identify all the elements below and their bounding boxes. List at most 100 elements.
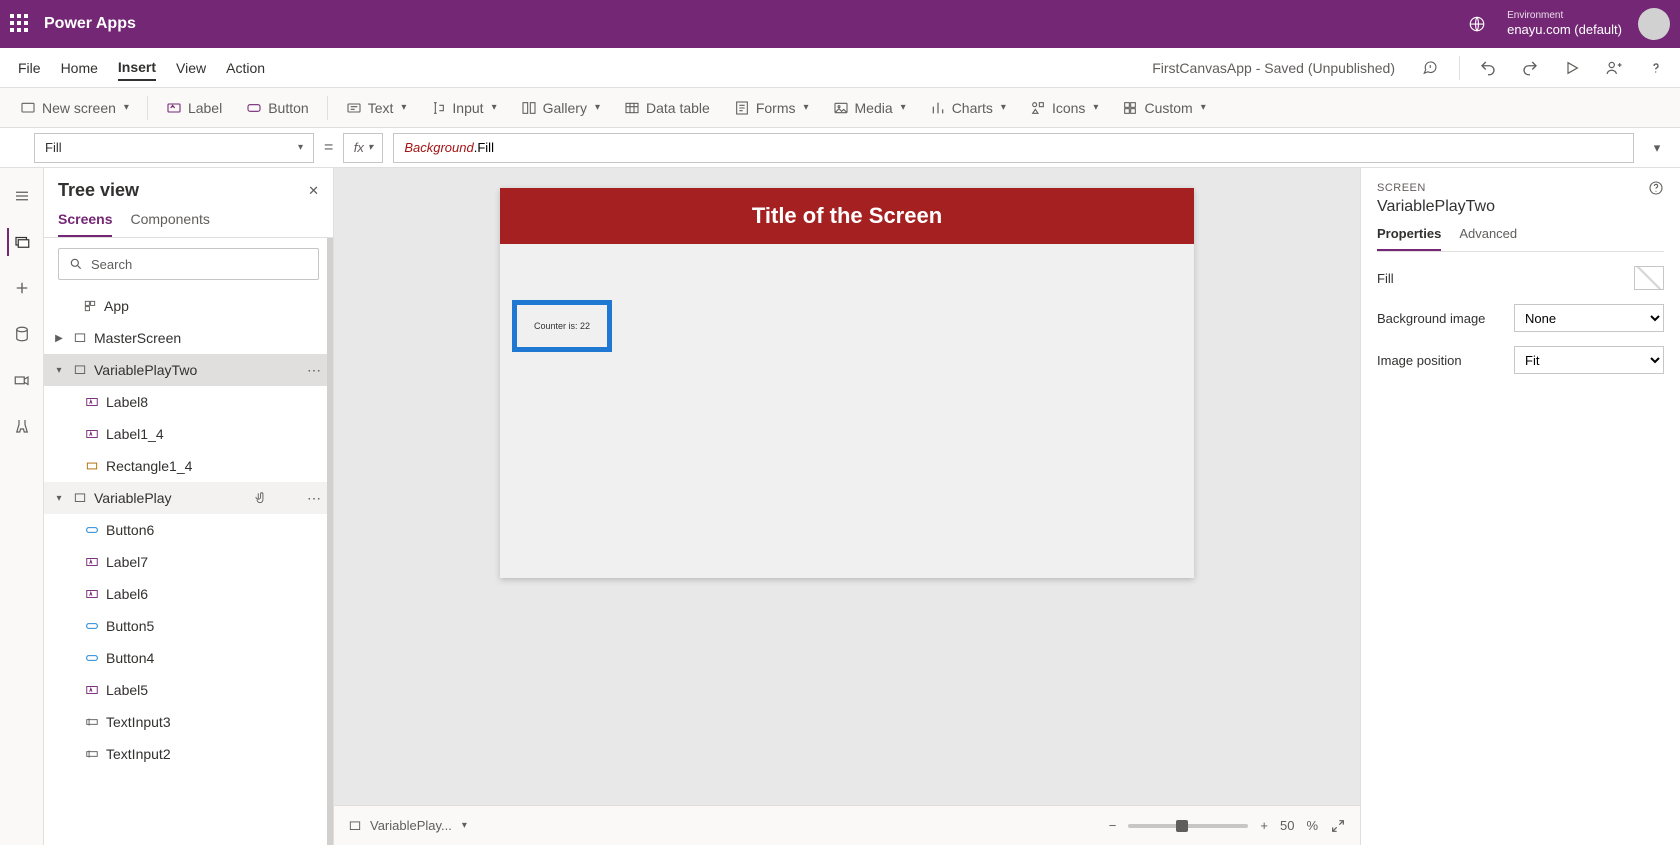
tree-item-app[interactable]: App bbox=[44, 290, 333, 322]
props-bgimage-label: Background image bbox=[1377, 311, 1485, 326]
ribbon-forms[interactable]: Forms▾ bbox=[724, 96, 819, 120]
imgpos-select[interactable]: Fit bbox=[1514, 346, 1664, 374]
play-icon[interactable] bbox=[1558, 54, 1586, 82]
rail-data-icon[interactable] bbox=[8, 320, 36, 348]
ribbon-custom[interactable]: Custom▾ bbox=[1112, 96, 1215, 120]
rail-add-icon[interactable] bbox=[8, 274, 36, 302]
ribbon-datatable-label: Data table bbox=[646, 100, 710, 116]
tree-item-textinput2[interactable]: TextInput2 bbox=[44, 738, 333, 770]
menubar-right: FirstCanvasApp - Saved (Unpublished) bbox=[1152, 54, 1670, 82]
ribbon-charts[interactable]: Charts▾ bbox=[920, 96, 1016, 120]
ribbon-input-label: Input bbox=[452, 100, 483, 116]
property-selector[interactable]: Fill ▾ bbox=[34, 133, 314, 163]
avatar[interactable] bbox=[1638, 8, 1670, 40]
tree-item-label1-4[interactable]: Label1_4 bbox=[44, 418, 333, 450]
screen-title-bar[interactable]: Title of the Screen bbox=[500, 188, 1194, 244]
chevron-down-icon[interactable]: ▾ bbox=[52, 493, 66, 504]
chevron-right-icon[interactable]: ▶ bbox=[52, 333, 66, 344]
ribbon-icons[interactable]: Icons▾ bbox=[1020, 96, 1109, 120]
redo-icon[interactable] bbox=[1516, 54, 1544, 82]
tree-item-label7[interactable]: Label7 bbox=[44, 546, 333, 578]
breadcrumb-label: VariablePlay... bbox=[370, 818, 452, 833]
ribbon: New screen▾ Label Button Text▾ Input▾ Ga… bbox=[0, 88, 1680, 128]
menu-action[interactable]: Action bbox=[226, 56, 265, 80]
label-icon bbox=[84, 426, 100, 442]
share-icon[interactable] bbox=[1600, 54, 1628, 82]
more-icon[interactable]: ⋯ bbox=[303, 490, 325, 507]
topbar-right: Environment enayu.com (default) bbox=[1463, 8, 1670, 40]
fit-to-screen-icon[interactable] bbox=[1330, 818, 1346, 834]
counter-text: Counter is: 22 bbox=[534, 321, 590, 331]
formula-input[interactable]: Background.Fill bbox=[393, 133, 1634, 163]
counter-label[interactable]: Counter is: 22 bbox=[512, 300, 612, 352]
scrollbar[interactable] bbox=[327, 238, 333, 845]
rail-tree-icon[interactable] bbox=[7, 228, 35, 256]
ribbon-text[interactable]: Text▾ bbox=[336, 96, 417, 120]
props-type-label: SCREEN bbox=[1377, 182, 1426, 194]
zoom-slider[interactable] bbox=[1128, 824, 1248, 828]
zoom-in-button[interactable]: + bbox=[1260, 818, 1268, 833]
ribbon-text-label: Text bbox=[368, 100, 394, 116]
help-icon[interactable] bbox=[1642, 54, 1670, 82]
tree-item-masterscreen[interactable]: ▶ MasterScreen bbox=[44, 322, 333, 354]
screen-icon bbox=[72, 330, 88, 346]
tree-item-button4[interactable]: Button4 bbox=[44, 642, 333, 674]
tree-item-label5[interactable]: Label5 bbox=[44, 674, 333, 706]
waffle-icon[interactable] bbox=[10, 14, 30, 34]
menu-home[interactable]: Home bbox=[61, 56, 98, 80]
tab-components[interactable]: Components bbox=[130, 211, 209, 237]
breadcrumb[interactable]: VariablePlay... ▾ bbox=[348, 818, 467, 833]
tree-item-button6[interactable]: Button6 bbox=[44, 514, 333, 546]
divider bbox=[147, 96, 148, 120]
more-icon[interactable]: ⋯ bbox=[303, 362, 325, 379]
tree-label: Rectangle1_4 bbox=[106, 458, 325, 474]
undo-icon[interactable] bbox=[1474, 54, 1502, 82]
canvas-footer: VariablePlay... ▾ − + 50 % bbox=[334, 805, 1360, 845]
menu-file[interactable]: File bbox=[18, 56, 41, 80]
ribbon-datatable[interactable]: Data table bbox=[614, 96, 720, 120]
props-tab-properties[interactable]: Properties bbox=[1377, 226, 1441, 251]
tree-label: Label1_4 bbox=[106, 426, 325, 442]
rail-tools-icon[interactable] bbox=[8, 412, 36, 440]
tree-view-panel: Tree view ✕ Screens Components Search Ap… bbox=[44, 168, 334, 845]
bgimage-select[interactable]: None bbox=[1514, 304, 1664, 332]
rail-hamburger-icon[interactable] bbox=[8, 182, 36, 210]
ribbon-button[interactable]: Button bbox=[236, 96, 318, 120]
environment-icon[interactable] bbox=[1463, 10, 1491, 38]
fx-button[interactable]: fx▾ bbox=[343, 133, 383, 163]
ribbon-media[interactable]: Media▾ bbox=[823, 96, 916, 120]
rail-media-icon[interactable] bbox=[8, 366, 36, 394]
tree-item-rectangle1-4[interactable]: Rectangle1_4 bbox=[44, 450, 333, 482]
chevron-down-icon[interactable]: ▾ bbox=[52, 365, 66, 376]
fill-color-picker[interactable] bbox=[1634, 266, 1664, 290]
props-tabs: Properties Advanced bbox=[1377, 226, 1664, 252]
tree-label: VariablePlayTwo bbox=[94, 362, 297, 378]
props-tab-advanced[interactable]: Advanced bbox=[1459, 226, 1517, 251]
canvas-area[interactable]: Title of the Screen Counter is: 22 bbox=[334, 168, 1360, 805]
environment-display[interactable]: Environment enayu.com (default) bbox=[1507, 10, 1622, 38]
ribbon-gallery[interactable]: Gallery▾ bbox=[511, 96, 610, 120]
ribbon-label[interactable]: Label bbox=[156, 96, 232, 120]
tree-item-variableplay[interactable]: ▾ VariablePlay ⋯ bbox=[44, 482, 333, 514]
expand-formula-icon[interactable]: ▾ bbox=[1644, 140, 1670, 156]
tree-item-textinput3[interactable]: TextInput3 bbox=[44, 706, 333, 738]
tree-item-label6[interactable]: Label6 bbox=[44, 578, 333, 610]
info-icon[interactable] bbox=[1648, 180, 1664, 196]
app-checker-icon[interactable] bbox=[1417, 54, 1445, 82]
zoom-value: 50 bbox=[1280, 818, 1294, 833]
search-input[interactable]: Search bbox=[58, 248, 319, 280]
screen-title-text: Title of the Screen bbox=[752, 203, 942, 229]
tab-screens[interactable]: Screens bbox=[58, 211, 112, 237]
zoom-out-button[interactable]: − bbox=[1109, 818, 1117, 833]
tree-item-variableplaytwo[interactable]: ▾ VariablePlayTwo ⋯ bbox=[44, 354, 333, 386]
env-name: enayu.com (default) bbox=[1507, 22, 1622, 38]
close-icon[interactable]: ✕ bbox=[308, 183, 319, 199]
tree-item-button5[interactable]: Button5 bbox=[44, 610, 333, 642]
menu-view[interactable]: View bbox=[176, 56, 206, 80]
screen-canvas[interactable]: Title of the Screen Counter is: 22 bbox=[500, 188, 1194, 578]
tree-item-label8[interactable]: Label8 bbox=[44, 386, 333, 418]
ribbon-input[interactable]: Input▾ bbox=[420, 96, 506, 120]
ribbon-new-screen[interactable]: New screen▾ bbox=[10, 96, 139, 120]
menu-insert[interactable]: Insert bbox=[118, 55, 156, 81]
main: Tree view ✕ Screens Components Search Ap… bbox=[0, 168, 1680, 845]
